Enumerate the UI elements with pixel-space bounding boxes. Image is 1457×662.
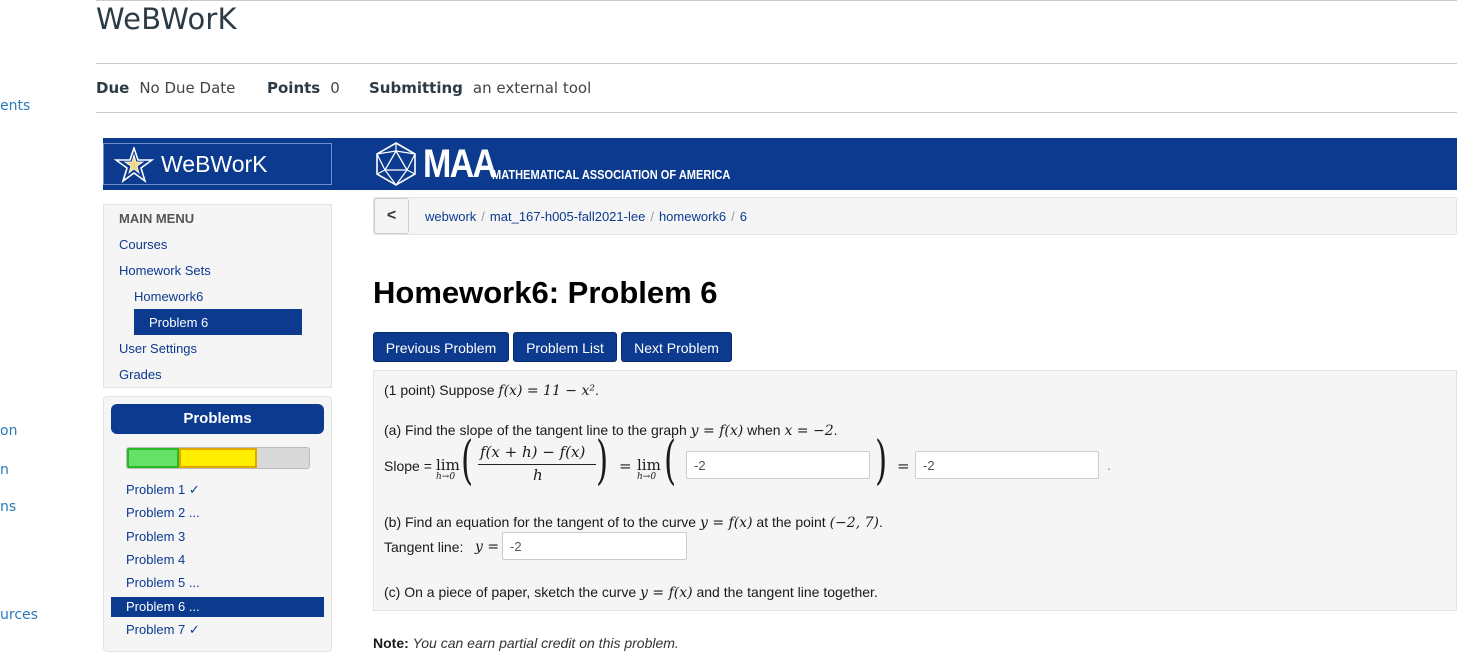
note-text: You can earn partial credit on this prob… — [412, 635, 679, 651]
tangent-answer-input[interactable]: -2 — [502, 532, 687, 560]
inner-limit-answer-input[interactable]: -2 — [686, 451, 870, 479]
menu-item-homework6[interactable]: Homework6 — [134, 289, 203, 304]
menu-item-user-settings[interactable]: User Settings — [119, 341, 197, 356]
part-c-prefix: (c) On a piece of paper, sketch the curv… — [384, 584, 641, 600]
lim-1-sub: h→0 — [436, 472, 456, 482]
part-b-math2: (−2, 7) — [829, 515, 879, 531]
page-title: Homework6: Problem 6 — [373, 275, 718, 310]
submitting-meta: Submitting an external tool — [369, 79, 591, 97]
breadcrumb-webwork[interactable]: webwork — [425, 209, 476, 224]
back-button[interactable]: < — [374, 198, 409, 234]
breadcrumb-course[interactable]: mat_167-h005-fall2021-lee — [490, 209, 645, 224]
fraction-numerator: f(x + h) − f(x) — [480, 443, 586, 461]
problem-link-4[interactable]: Problem 4 — [126, 552, 185, 567]
problem-body: (1 point) Suppose f(x) = 11 − x². (a) Fi… — [373, 370, 1457, 611]
meta-divider — [96, 112, 1457, 113]
next-problem-button[interactable]: Next Problem — [621, 332, 732, 362]
slope-answer-input[interactable]: -2 — [915, 451, 1099, 479]
webwork-logo-text: WeBWorK — [161, 151, 268, 177]
problem-link-3[interactable]: Problem 3 — [126, 529, 185, 544]
points-value: 0 — [330, 79, 340, 97]
intro-math: f(x) = 11 − x² — [498, 383, 595, 399]
lim-2-sub: h→0 — [637, 472, 657, 482]
webwork-banner: WeBWorK MAA MATHEMATICAL ASSOCIATION OF … — [103, 138, 1457, 190]
breadcrumb-sep: / — [650, 209, 654, 224]
menu-item-grades[interactable]: Grades — [119, 367, 162, 382]
due-label: Due — [96, 79, 130, 97]
problem-link-1[interactable]: Problem 1 ✓ — [126, 482, 200, 498]
tangent-line-label: Tangent line: — [384, 539, 464, 555]
part-b-text: (b) Find an equation for the tangent of … — [384, 514, 883, 531]
breadcrumb-problem: 6 — [739, 209, 747, 224]
main-menu: MAIN MENU Courses Homework Sets Homework… — [103, 204, 332, 388]
problem-list-button[interactable]: Problem List — [513, 332, 617, 362]
problem-link-2[interactable]: Problem 2 ... — [126, 505, 200, 520]
due-value: No Due Date — [139, 79, 236, 97]
part-b-math1: y = f(x) — [699, 515, 753, 531]
tangent-y: y = — [475, 539, 500, 555]
webwork-star-icon — [114, 147, 154, 183]
note-label: Note: — [373, 635, 409, 651]
assignment-title: WeBWorK — [96, 2, 237, 36]
left-nav-item-on[interactable]: on — [0, 423, 17, 439]
breadcrumb-trail: webwork / mat_167-h005-fall2021-lee / homewo… — [425, 209, 747, 224]
period: . — [1107, 457, 1111, 473]
partial-credit-note: Note: You can earn partial credit on thi… — [373, 635, 679, 651]
problems-heading: Problems — [111, 404, 324, 434]
left-paren-2: ( — [664, 431, 677, 491]
menu-item-problem-6[interactable]: Problem 6 — [134, 309, 302, 335]
problem-link-5[interactable]: Problem 5 ... — [126, 575, 200, 590]
left-nav-item-assignments[interactable]: ents — [0, 98, 30, 114]
submitting-value: an external tool — [472, 79, 592, 97]
problem-link-7[interactable]: Problem 7 ✓ — [126, 622, 200, 638]
part-c-suffix: and the tangent line together. — [692, 584, 878, 600]
header-divider — [96, 63, 1457, 64]
breadcrumb: < webwork / mat_167-h005-fall2021-lee / home… — [373, 197, 1457, 235]
equals-2: = — [897, 457, 910, 475]
part-b-prefix: (b) Find an equation for the tangent of … — [384, 514, 700, 530]
left-nav-item-n[interactable]: n — [0, 462, 9, 478]
part-b-mid: at the point — [752, 514, 830, 530]
part-a-prefix: (a) Find the slope of the tangent line t… — [384, 422, 691, 438]
breadcrumb-set[interactable]: homework6 — [659, 209, 726, 224]
progress-partial — [179, 448, 257, 468]
left-nav-item-resources[interactable]: urces — [0, 607, 38, 623]
maa-logo-text: MAA — [423, 142, 497, 186]
part-a-math2: x = −2 — [784, 423, 834, 439]
problem-link-6[interactable]: Problem 6 ... — [111, 597, 324, 617]
part-a-text: (a) Find the slope of the tangent line t… — [384, 422, 838, 439]
fraction-denominator: h — [533, 466, 543, 484]
maa-subtitle: MATHEMATICAL ASSOCIATION OF AMERICA — [492, 167, 731, 182]
intro-prefix: (1 point) Suppose — [384, 382, 499, 398]
left-paren-1: ( — [461, 431, 474, 491]
right-paren-1: ) — [596, 431, 609, 491]
top-divider — [96, 0, 1457, 1]
due-meta: Due No Due Date — [96, 79, 235, 97]
points-label: Points — [267, 79, 321, 97]
left-nav-item-ns[interactable]: ns — [0, 499, 16, 515]
main-menu-heading: MAIN MENU — [119, 211, 195, 226]
submitting-label: Submitting — [369, 79, 463, 97]
part-c-math: y = f(x) — [640, 585, 693, 601]
progress-correct — [127, 448, 179, 468]
problems-panel: Problems Problem 1 ✓ Problem 2 ... Probl… — [103, 396, 332, 652]
points-meta: Points 0 — [267, 79, 340, 97]
menu-item-homework-sets[interactable]: Homework Sets — [119, 263, 211, 278]
menu-item-courses[interactable]: Courses — [119, 237, 167, 252]
part-a-mid: when — [743, 422, 785, 438]
webwork-frame: WeBWorK MAA MATHEMATICAL ASSOCIATION OF … — [103, 138, 1457, 662]
progress-bar — [126, 447, 310, 469]
maa-icosahedron-icon — [376, 142, 416, 186]
right-paren-2: ) — [875, 431, 888, 491]
part-a-math1: y = f(x) — [690, 423, 744, 439]
fraction-bar — [478, 464, 596, 465]
slope-label: Slope = — [384, 458, 432, 474]
previous-problem-button[interactable]: Previous Problem — [373, 332, 509, 362]
breadcrumb-sep: / — [731, 209, 735, 224]
webwork-logo[interactable]: WeBWorK — [103, 143, 332, 185]
breadcrumb-sep: / — [481, 209, 485, 224]
problem-intro: (1 point) Suppose f(x) = 11 − x². — [384, 382, 599, 399]
part-c-text: (c) On a piece of paper, sketch the curv… — [384, 584, 878, 601]
equals-1: = — [619, 457, 632, 475]
